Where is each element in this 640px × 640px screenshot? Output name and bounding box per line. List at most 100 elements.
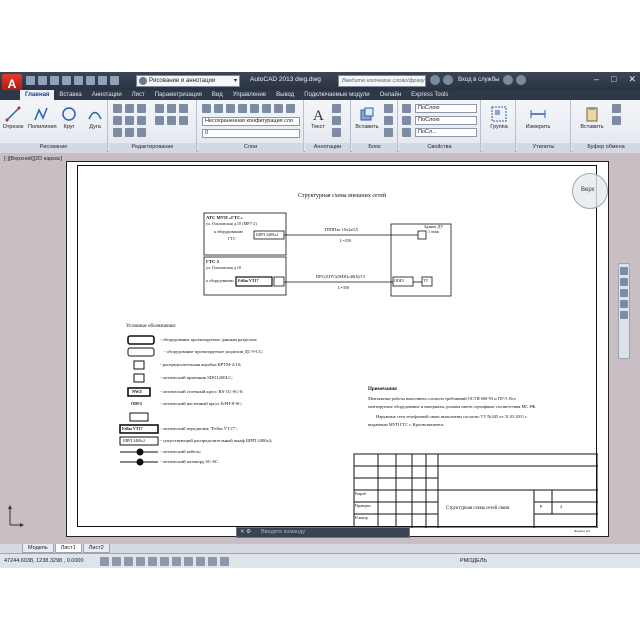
ortho-icon[interactable] [124, 557, 133, 566]
ducs-icon[interactable] [172, 557, 181, 566]
panel-properties-title[interactable]: Свойства [399, 143, 480, 152]
arc-button[interactable]: Дуга [84, 106, 106, 130]
layer-off-icon[interactable] [226, 104, 235, 113]
tab-sheet2[interactable]: Лист2 [82, 544, 110, 553]
cut-icon[interactable] [612, 104, 621, 113]
tab-manage[interactable]: Управление [228, 90, 271, 100]
redo-icon[interactable] [98, 76, 107, 85]
tab-model[interactable]: Модель [22, 544, 54, 553]
workspace-select[interactable]: Рисование и аннотации ▾ [136, 75, 240, 87]
layer-match-icon[interactable] [274, 104, 283, 113]
trim-icon[interactable] [137, 104, 146, 113]
scale-icon[interactable] [125, 128, 134, 137]
fillet-icon[interactable] [137, 116, 146, 125]
tab-online[interactable]: Онлайн [375, 90, 406, 100]
list-icon[interactable] [402, 116, 411, 125]
tab-parametric[interactable]: Параметризация [150, 90, 207, 100]
more-icon[interactable] [110, 76, 119, 85]
close-icon[interactable]: ✕ [628, 74, 636, 85]
orbit-icon[interactable] [620, 300, 628, 308]
table-icon[interactable] [332, 128, 341, 137]
viewcube[interactable]: Верх [572, 173, 608, 209]
group-button[interactable]: Группа [486, 106, 512, 130]
match-properties-icon[interactable] [402, 104, 411, 113]
circle-button[interactable]: Круг [58, 106, 80, 130]
tab-plugins[interactable]: Подключаемые модули [299, 90, 374, 100]
otrack-icon[interactable] [160, 557, 169, 566]
layer-state-icon[interactable] [214, 104, 223, 113]
dyn-icon[interactable] [184, 557, 193, 566]
command-line[interactable]: ✕ ⚙ Введите команду [236, 527, 410, 538]
close-icon[interactable]: ✕ ⚙ [240, 528, 251, 537]
edit-block-icon[interactable] [384, 116, 393, 125]
viewport-controls[interactable]: [-][Верхний][2D каркас] [4, 156, 62, 162]
tab-annotate[interactable]: Аннотации [87, 90, 127, 100]
explode-icon[interactable] [167, 104, 176, 113]
panel-groups-title[interactable] [482, 143, 515, 152]
copy-clip-icon[interactable] [612, 116, 621, 125]
minimize-icon[interactable]: – [594, 74, 599, 85]
search-icon[interactable] [430, 75, 440, 85]
exchange-icon[interactable] [502, 75, 513, 85]
panel-clipboard-title[interactable]: Буфер обмена [572, 143, 640, 152]
panel-annotation-title[interactable]: Аннотации [305, 143, 350, 152]
snap-icon[interactable] [100, 557, 109, 566]
maximize-icon[interactable]: □ [611, 74, 616, 85]
layer-lock-icon[interactable] [262, 104, 271, 113]
new-icon[interactable] [26, 76, 35, 85]
save-as-icon[interactable] [62, 76, 71, 85]
join-icon[interactable] [179, 116, 188, 125]
create-block-icon[interactable] [384, 104, 393, 113]
paste-button[interactable]: Вставить [578, 106, 606, 130]
panel-layers-title[interactable]: Слои [198, 143, 303, 152]
color-combo[interactable]: ПоСлою [415, 104, 477, 113]
showmotion-icon[interactable] [620, 311, 628, 319]
panel-modify-title[interactable]: Редактирование [109, 143, 196, 152]
insert-block-button[interactable]: Вставить [354, 106, 380, 130]
space-mode[interactable]: РМОДЕЛЬ [460, 558, 487, 564]
drawing-area[interactable]: [-][Верхний][2D каркас] Структурная схем… [0, 153, 640, 544]
command-input[interactable]: Введите команду [261, 529, 305, 535]
line-button[interactable]: Отрезок [2, 106, 24, 130]
layer-previous-icon[interactable] [286, 104, 295, 113]
tab-express-tools[interactable]: Express Tools [406, 90, 453, 100]
erase-icon[interactable] [155, 104, 164, 113]
layer-isolate-icon[interactable] [238, 104, 247, 113]
mirror-icon[interactable] [125, 116, 134, 125]
rotate-icon[interactable] [125, 104, 134, 113]
tab-output[interactable]: Вывод [271, 90, 299, 100]
linetype-combo[interactable]: ПоСлою [415, 116, 477, 125]
array-icon[interactable] [137, 128, 146, 137]
tab-sheet1[interactable]: Лист1 [54, 544, 82, 553]
pan-icon[interactable] [620, 278, 628, 286]
osnap-icon[interactable] [148, 557, 157, 566]
tab-layout[interactable]: Лист [127, 90, 150, 100]
steering-wheel-icon[interactable] [620, 267, 628, 275]
move-icon[interactable] [113, 104, 122, 113]
properties-icon[interactable] [402, 128, 411, 137]
offset-icon[interactable] [179, 104, 188, 113]
tab-home[interactable]: Главная [20, 90, 55, 100]
lineweight-combo[interactable]: ПоСл... [415, 128, 477, 137]
tab-insert[interactable]: Вставка [54, 90, 86, 100]
lineweight-icon[interactable] [196, 557, 205, 566]
qp-icon[interactable] [220, 557, 229, 566]
help-icon[interactable] [515, 75, 526, 85]
current-layer-combo[interactable]: 0 [202, 129, 300, 138]
tab-view[interactable]: Вид [207, 90, 228, 100]
layer-freeze-icon[interactable] [250, 104, 259, 113]
grid-icon[interactable] [112, 557, 121, 566]
search-input[interactable]: Введите ключевое слово/фразу [338, 75, 426, 87]
text-button[interactable]: A Текст [307, 106, 329, 130]
panel-block-title[interactable]: Блок [352, 143, 397, 152]
user-icon[interactable] [443, 75, 453, 85]
open-icon[interactable] [38, 76, 47, 85]
save-icon[interactable] [50, 76, 59, 85]
measure-button[interactable]: Измерить [523, 106, 553, 130]
polar-icon[interactable] [136, 557, 145, 566]
polyline-button[interactable]: Полилиния [28, 106, 57, 130]
zoom-icon[interactable] [620, 289, 628, 297]
extend-icon[interactable] [155, 116, 164, 125]
panel-utilities-title[interactable]: Утилиты [517, 143, 570, 152]
layer-state-combo[interactable]: Несохраненная конфигурация сло [202, 117, 300, 126]
